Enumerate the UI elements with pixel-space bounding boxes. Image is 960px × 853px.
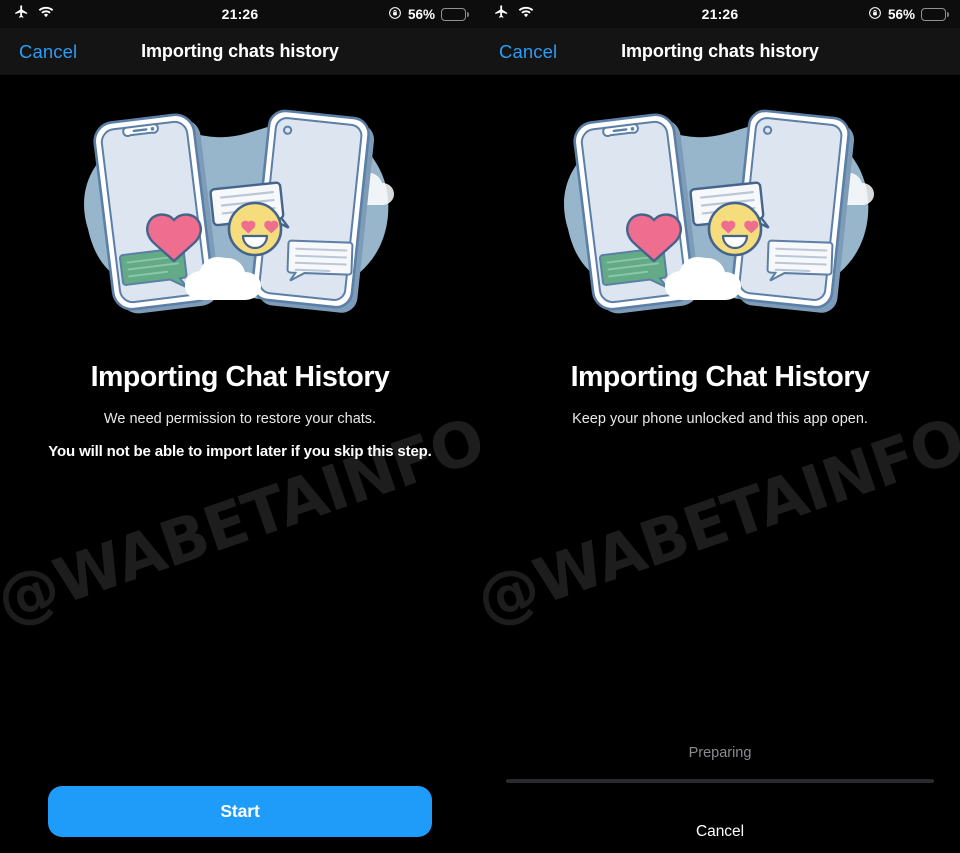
panel-footer: Preparing Cancel: [480, 745, 960, 853]
airplane-mode-icon: [494, 4, 509, 24]
wifi-icon: [518, 5, 534, 23]
nav-bar: Cancel Importing chats history: [480, 28, 960, 75]
warning-text: You will not be able to import later if …: [48, 443, 432, 460]
progress-panel: 21:26 56% Cancel Importing chats history…: [480, 0, 960, 853]
illustration-svg: [84, 109, 394, 314]
start-button[interactable]: Start: [48, 786, 432, 837]
nav-cancel-button[interactable]: Cancel: [499, 41, 557, 63]
page-title: Importing Chat History: [570, 361, 870, 393]
battery-icon: [441, 7, 469, 21]
panel-footer: Start: [0, 786, 480, 853]
status-bar: 21:26 56%: [480, 0, 960, 28]
panel-text-block: Importing Chat History We need permissio…: [0, 361, 480, 460]
airplane-mode-icon: [14, 4, 29, 24]
page-subtitle: We need permission to restore your chats…: [103, 411, 377, 427]
rotation-lock-icon: [868, 6, 882, 23]
status-bar: 21:26 56%: [0, 0, 480, 28]
battery-percent-label: 56%: [887, 6, 915, 22]
chat-transfer-illustration: [0, 89, 480, 339]
chat-transfer-illustration: [480, 89, 960, 339]
illustration-svg: [564, 109, 874, 314]
watermark: @WABETAINFO: [480, 403, 960, 638]
rotation-lock-icon: [388, 6, 402, 23]
cancel-import-button[interactable]: Cancel: [696, 823, 744, 841]
page-title: Importing Chat History: [90, 361, 390, 393]
status-bar-left: [14, 4, 54, 24]
battery-percent-label: 56%: [407, 6, 435, 22]
progress-status-label: Preparing: [688, 745, 752, 761]
dual-screenshot-container: 21:26 56% Cancel Importing chats history…: [0, 0, 960, 853]
status-bar-left: [494, 4, 534, 24]
nav-cancel-button[interactable]: Cancel: [19, 41, 77, 63]
permission-panel: 21:26 56% Cancel Importing chats history…: [0, 0, 480, 853]
wifi-icon: [38, 5, 54, 23]
panel-content: @WABETAINFO: [0, 89, 480, 853]
panel-text-block: Importing Chat History Keep your phone u…: [480, 361, 960, 427]
battery-icon: [921, 7, 949, 21]
panel-content: @WABETAINFO: [480, 89, 960, 853]
progress-bar: [506, 779, 934, 783]
status-bar-right: 56%: [868, 6, 949, 23]
page-subtitle: Keep your phone unlocked and this app op…: [572, 411, 868, 427]
status-bar-right: 56%: [388, 6, 469, 23]
nav-bar: Cancel Importing chats history: [0, 28, 480, 75]
